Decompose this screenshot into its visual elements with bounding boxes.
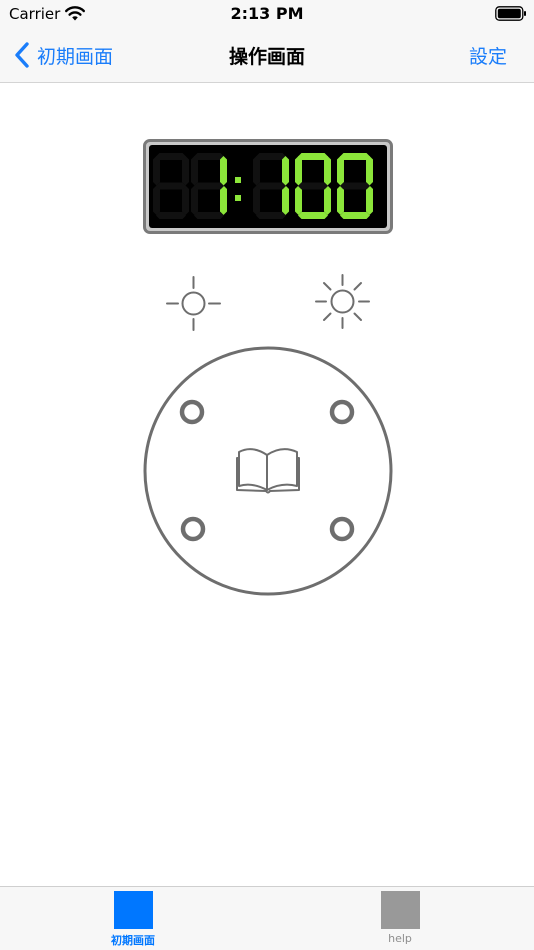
segment-display-screen: 1:100 xyxy=(149,145,387,228)
tab-label: help xyxy=(388,932,412,945)
segment-on xyxy=(324,156,331,186)
segment-on xyxy=(295,185,302,215)
segment-digits xyxy=(153,153,373,219)
tab-initial-screen[interactable]: 初期画面 xyxy=(73,891,193,949)
colon-dot xyxy=(235,177,241,183)
segment-off xyxy=(156,153,186,160)
control-dial[interactable] xyxy=(142,345,394,597)
segment-off xyxy=(194,182,224,190)
colon-dot xyxy=(235,195,241,201)
segment-on xyxy=(324,185,331,215)
segment-on xyxy=(282,185,289,215)
segment-on xyxy=(366,156,373,186)
tab-help[interactable]: help xyxy=(340,891,460,949)
book-icon[interactable] xyxy=(236,448,300,494)
sun-outline-icon[interactable] xyxy=(165,275,222,332)
segment-on xyxy=(220,156,227,186)
segment-off xyxy=(253,185,260,215)
segment-off xyxy=(256,153,286,160)
dial-button-top-left[interactable] xyxy=(179,399,205,425)
segment-on xyxy=(282,156,289,186)
battery-icon xyxy=(495,6,526,21)
segment-on xyxy=(295,156,302,186)
sun-rays-icon[interactable] xyxy=(314,273,371,330)
segment-on xyxy=(298,153,328,160)
segment-off xyxy=(182,185,189,215)
segment-on xyxy=(337,156,344,186)
tab-square-icon xyxy=(380,891,420,929)
segment-off xyxy=(191,185,198,215)
segment-off xyxy=(156,182,186,190)
dial-button-top-right[interactable] xyxy=(329,399,355,425)
tab-bar: 初期画面 help xyxy=(0,886,534,950)
segment-off xyxy=(256,212,286,219)
tab-square-icon xyxy=(113,891,153,929)
segment-off xyxy=(191,156,198,186)
segment-off xyxy=(194,153,224,160)
segment-on xyxy=(220,185,227,215)
segment-display: 1:100 xyxy=(143,139,393,234)
segment-on xyxy=(340,212,370,219)
segment-off xyxy=(340,182,370,190)
page-title: 操作画面 xyxy=(228,46,305,68)
dial-button-bottom-left[interactable] xyxy=(180,516,206,542)
segment-off xyxy=(194,212,224,219)
segment-off xyxy=(156,212,186,219)
status-time: 2:13 PM xyxy=(230,4,304,23)
segment-off xyxy=(153,185,160,215)
segment-on xyxy=(340,153,370,160)
segment-off xyxy=(253,156,260,186)
navigation-bar: 初期画面 操作画面 設定 xyxy=(0,28,534,83)
segment-off xyxy=(256,182,286,190)
tab-label: 初期画面 xyxy=(111,934,155,947)
segment-off xyxy=(298,182,328,190)
segment-off xyxy=(182,156,189,186)
dial-button-bottom-right[interactable] xyxy=(329,516,355,542)
settings-button[interactable]: 設定 xyxy=(469,42,507,69)
segment-on xyxy=(298,212,328,219)
segment-on xyxy=(366,185,373,215)
status-bar: Carrier 2:13 PM xyxy=(0,0,534,28)
segment-on xyxy=(337,185,344,215)
segment-off xyxy=(153,156,160,186)
